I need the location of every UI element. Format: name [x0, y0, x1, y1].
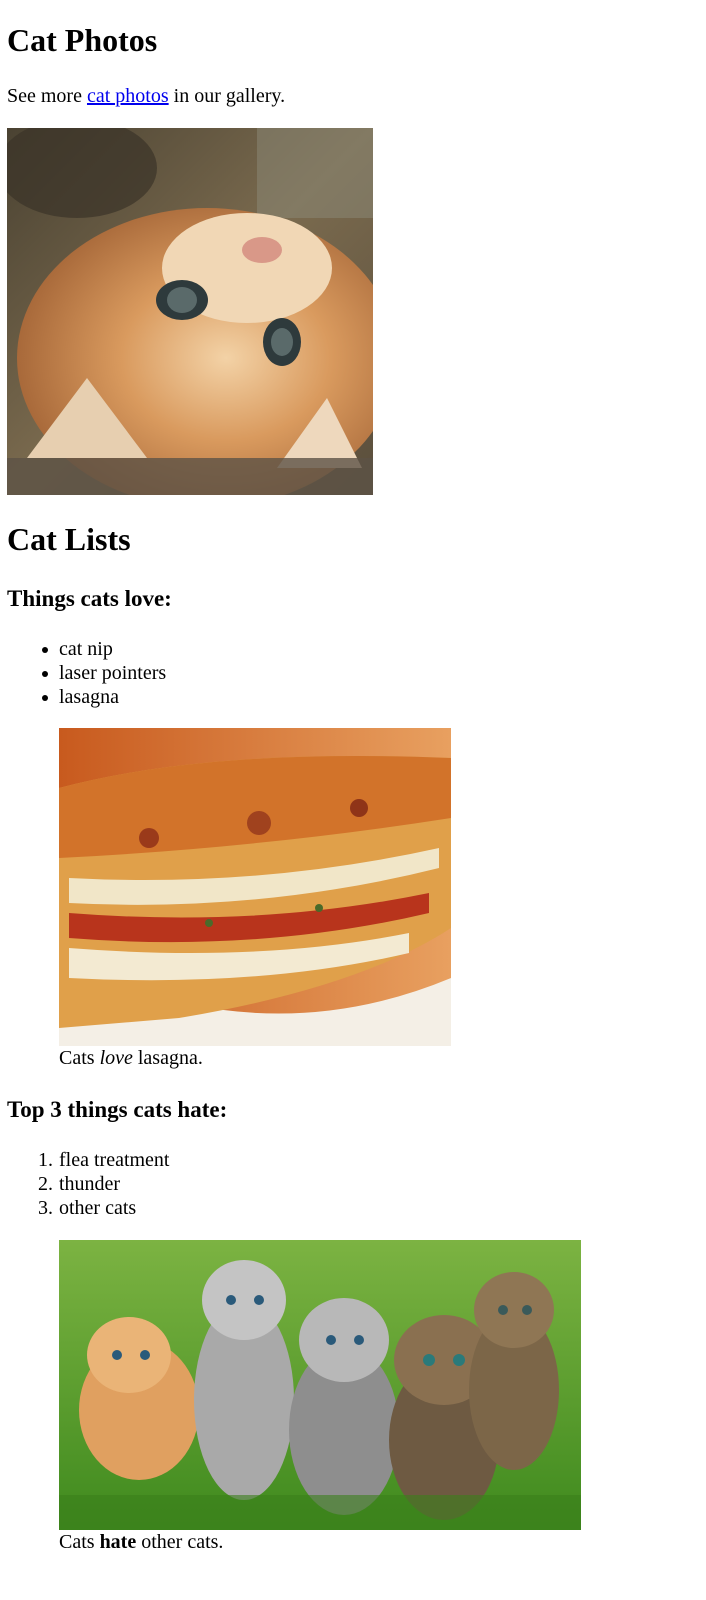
lasagna-photo — [59, 728, 451, 1046]
kitten-photo[interactable] — [7, 128, 373, 495]
gallery-intro: See more cat photos in our gallery. — [7, 84, 285, 108]
kittens-photo — [59, 1240, 581, 1530]
list-item-label: flea treatment — [59, 1149, 170, 1171]
caption-strong: hate — [99, 1531, 137, 1553]
caption-text-before: Cats — [59, 1047, 100, 1069]
list-item: 2. thunder — [38, 1172, 170, 1196]
kitten-image — [7, 128, 373, 495]
cats-hate-list: 1. flea treatment 2. thunder 3. other cats — [38, 1148, 170, 1220]
list-item-number: 1. — [38, 1149, 53, 1171]
list-item: lasagna — [42, 685, 166, 709]
lasagna-caption: Cats love lasagna. — [59, 1046, 203, 1070]
caption-text-before: Cats — [59, 1531, 100, 1553]
bullet-marker — [42, 671, 48, 677]
cat-photos-link[interactable]: cat photos — [87, 85, 169, 107]
cat-lists-heading: Cat Lists — [7, 521, 131, 557]
list-item-label: lasagna — [59, 686, 119, 708]
kittens-caption: Cats hate other cats. — [59, 1530, 223, 1554]
cats-love-list: cat nip laser pointers lasagna — [42, 637, 167, 709]
list-item: cat nip — [42, 637, 166, 661]
things-cats-love-heading: Things cats love: — [7, 586, 172, 611]
kittens-image — [59, 1240, 581, 1530]
list-item-number: 3. — [38, 1197, 53, 1219]
bullet-marker — [42, 647, 48, 653]
list-item-label: cat nip — [59, 638, 113, 660]
intro-text-after: in our gallery. — [168, 85, 286, 107]
caption-text-after: other cats. — [136, 1531, 224, 1553]
bullet-marker — [42, 695, 48, 701]
intro-text-before: See more — [7, 85, 87, 107]
list-item-label: laser pointers — [59, 662, 167, 684]
page-title: Cat Photos — [7, 22, 158, 58]
things-cats-hate-heading: Top 3 things cats hate: — [7, 1097, 228, 1122]
list-item: laser pointers — [42, 661, 167, 685]
list-item: 1. flea treatment — [38, 1148, 170, 1172]
list-item-label: other cats — [59, 1197, 137, 1219]
list-item-label: thunder — [59, 1173, 121, 1195]
caption-text-after: lasagna. — [132, 1047, 203, 1069]
list-item: 3. other cats — [38, 1196, 170, 1220]
caption-emphasis: love — [99, 1047, 133, 1069]
list-item-number: 2. — [38, 1173, 53, 1195]
lasagna-image — [59, 728, 451, 1046]
